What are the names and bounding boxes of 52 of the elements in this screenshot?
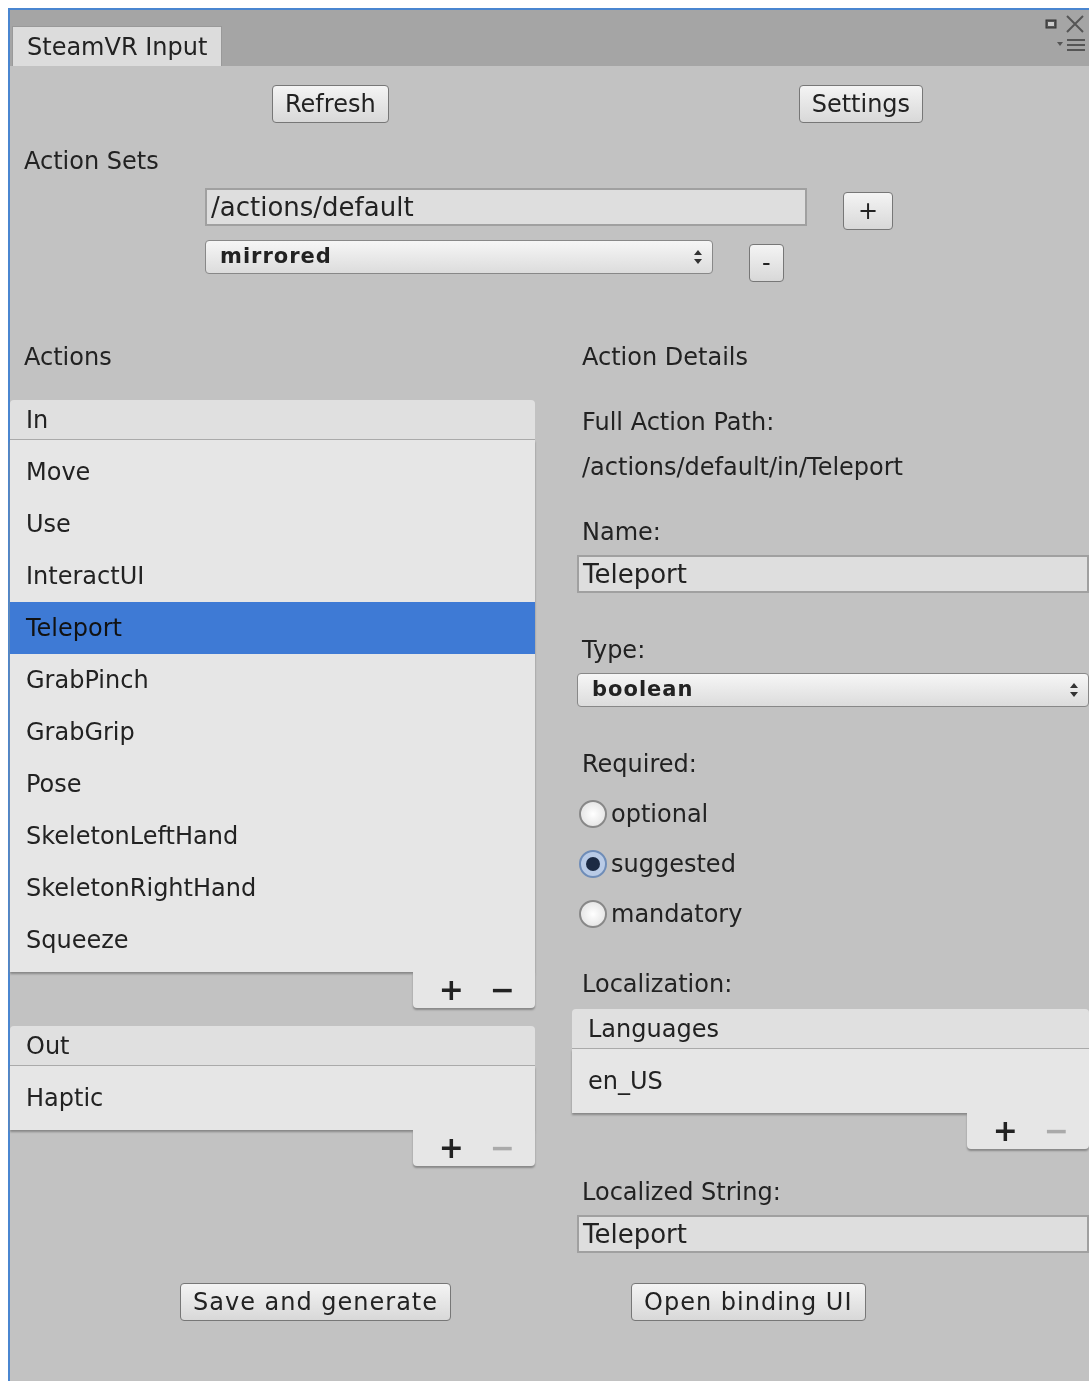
field-label: Name: <box>581 517 662 547</box>
list-header: In <box>10 400 535 440</box>
footer-button[interactable]: Open binding UI <box>631 1283 866 1321</box>
action-item[interactable]: Teleport <box>10 602 535 654</box>
section-label: Action Details <box>581 342 749 372</box>
action-item[interactable]: Haptic <box>10 1072 535 1124</box>
action-item[interactable]: InteractUI <box>10 550 535 602</box>
toolbar-button[interactable]: Settings <box>798 85 924 123</box>
name-field[interactable]: Teleport <box>577 555 1089 593</box>
remove-button[interactable]: − <box>489 975 515 1005</box>
radio-label[interactable]: suggested <box>611 846 736 882</box>
section-label: Action Sets <box>24 147 159 175</box>
remove-button[interactable]: - <box>749 244 784 282</box>
maximize-icon[interactable] <box>1045 19 1057 29</box>
localized-string-field[interactable]: Teleport <box>577 1215 1089 1253</box>
radio-button[interactable] <box>579 800 607 828</box>
menu-icon[interactable] <box>1057 38 1085 52</box>
field-label: Localized String: <box>581 1177 782 1207</box>
action-path: /actions/default/in/Teleport <box>581 452 905 482</box>
mode-dropdown[interactable]: mirrored <box>205 240 713 274</box>
updown-icon <box>694 250 702 264</box>
field-label: Required: <box>581 749 698 779</box>
action-item[interactable]: Squeeze <box>10 914 535 966</box>
radio-button[interactable] <box>579 850 607 878</box>
action-item[interactable]: Move <box>10 446 535 498</box>
field-label: Localization: <box>581 969 734 999</box>
window-tab[interactable]: SteamVR Input <box>12 26 223 66</box>
list-header: Languages <box>572 1009 1089 1049</box>
action-item[interactable]: SkeletonRightHand <box>10 862 535 914</box>
action-item[interactable]: Use <box>10 498 535 550</box>
updown-icon <box>1070 683 1078 697</box>
add-button[interactable]: + <box>992 1116 1018 1146</box>
action-item[interactable]: GrabGrip <box>10 706 535 758</box>
action-set-field[interactable]: /actions/default <box>205 188 807 226</box>
add-button[interactable]: + <box>438 1133 464 1163</box>
toolbar-button[interactable]: Refresh <box>272 85 389 123</box>
radio-label[interactable]: optional <box>611 796 709 832</box>
field-label: Type: <box>581 635 647 665</box>
section-label: Actions <box>23 342 113 372</box>
radio-label[interactable]: mandatory <box>611 896 743 932</box>
field-label: Full Action Path: <box>581 407 776 437</box>
action-item[interactable]: SkeletonLeftHand <box>10 810 535 862</box>
add-button[interactable]: + <box>438 975 464 1005</box>
footer-button[interactable]: Save and generate <box>180 1283 452 1321</box>
list-header: Out <box>10 1026 535 1066</box>
close-icon[interactable] <box>1065 14 1085 34</box>
language-item[interactable]: en_US <box>572 1055 1089 1107</box>
radio-button[interactable] <box>579 900 607 928</box>
add-button[interactable]: + <box>843 192 894 230</box>
type-dropdown[interactable]: boolean <box>577 673 1089 707</box>
action-item[interactable]: GrabPinch <box>10 654 535 706</box>
action-item[interactable]: Pose <box>10 758 535 810</box>
